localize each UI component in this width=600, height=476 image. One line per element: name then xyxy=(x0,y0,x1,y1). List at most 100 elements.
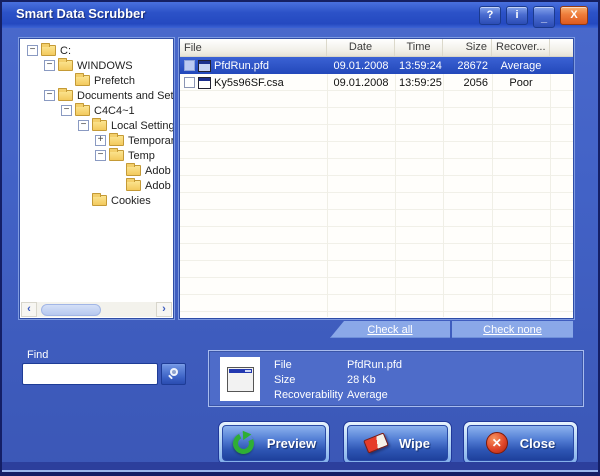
folder-icon xyxy=(41,43,56,56)
folder-icon xyxy=(58,58,73,71)
details-recover-value: Average xyxy=(347,389,388,401)
file-details-panel: File PfdRun.pfd Size 28 Kb Recoverabilit… xyxy=(208,350,584,407)
help-button[interactable]: ? xyxy=(479,6,501,25)
file-list-panel: File Date Time Size Recover... PfdRun.pf… xyxy=(179,38,574,319)
column-header-file[interactable]: File xyxy=(180,39,327,56)
collapse-icon[interactable] xyxy=(44,60,55,71)
folder-icon xyxy=(75,103,90,116)
folder-icon xyxy=(126,178,141,191)
folder-icon xyxy=(92,193,107,206)
row-checkbox[interactable] xyxy=(184,77,195,88)
file-list-body: PfdRun.pfd 09.01.2008 13:59:24 28672 Ave… xyxy=(180,57,573,317)
tree-item-documents-and-settings[interactable]: Documents and Settin xyxy=(20,88,173,103)
file-time: 13:59:25 xyxy=(399,76,442,89)
close-button[interactable]: X xyxy=(560,6,588,25)
find-input[interactable] xyxy=(22,363,158,385)
application-window-icon xyxy=(226,366,254,392)
window-frame-edge xyxy=(0,472,600,476)
collapse-icon[interactable] xyxy=(78,120,89,131)
tree-horizontal-scrollbar[interactable] xyxy=(21,302,172,317)
file-row-ky5s96sf[interactable]: Ky5s96SF.csa 09.01.2008 13:59:25 2056 Po… xyxy=(180,74,573,91)
column-header-date[interactable]: Date xyxy=(327,39,395,56)
folder-icon xyxy=(58,88,73,101)
collapse-icon[interactable] xyxy=(61,105,72,116)
collapse-icon[interactable] xyxy=(27,45,38,56)
file-details-grid: File PfdRun.pfd Size 28 Kb Recoverabilit… xyxy=(274,358,402,403)
close-window-button[interactable]: Close xyxy=(463,421,578,465)
folder-icon xyxy=(109,148,124,161)
scroll-thumb[interactable] xyxy=(41,303,101,316)
titlebar[interactable]: Smart Data Scrubber ? i _ X xyxy=(0,0,600,28)
file-type-icon xyxy=(198,76,211,89)
collapse-icon[interactable] xyxy=(44,90,55,101)
file-name: Ky5s96SF.csa xyxy=(214,76,284,89)
grid-line xyxy=(443,57,444,317)
check-none-link[interactable]: Check none xyxy=(452,321,573,338)
folder-icon xyxy=(92,118,107,131)
column-header-size[interactable]: Size xyxy=(443,39,492,56)
folder-icon xyxy=(75,73,90,86)
scroll-right-icon[interactable] xyxy=(156,302,172,317)
search-button[interactable] xyxy=(161,363,186,385)
file-size: 2056 xyxy=(463,76,488,89)
check-all-link[interactable]: Check all xyxy=(330,321,450,338)
file-row-pfdrun[interactable]: PfdRun.pfd 09.01.2008 13:59:24 28672 Ave… xyxy=(180,57,573,74)
details-size-value: 28 Kb xyxy=(347,374,376,386)
tree-item-adobe-2[interactable]: Adob xyxy=(20,178,173,193)
folder-icon xyxy=(126,163,141,176)
wipe-button[interactable]: Wipe xyxy=(343,421,452,465)
check-links-bar: Check all Check none xyxy=(0,321,600,338)
file-date: 09.01.2008 xyxy=(333,76,389,89)
column-header-time[interactable]: Time xyxy=(395,39,443,56)
find-label: Find xyxy=(27,349,49,361)
details-recover-label: Recoverability xyxy=(274,389,344,401)
details-file-value: PfdRun.pfd xyxy=(347,359,403,371)
tree-item-c4c4-1[interactable]: C4C4~1 xyxy=(20,103,173,118)
tree-item-adobe-1[interactable]: Adob xyxy=(20,163,173,178)
tree-item-temporary[interactable]: Temporar xyxy=(20,133,173,148)
file-preview-box xyxy=(220,357,260,401)
app-window: Smart Data Scrubber ? i _ X C: WINDOWS xyxy=(0,0,600,476)
expand-icon[interactable] xyxy=(95,135,106,146)
tree-item-cookies[interactable]: Cookies xyxy=(20,193,173,208)
preview-refresh-icon xyxy=(232,432,255,455)
tree-item-prefetch[interactable]: Prefetch xyxy=(20,73,173,88)
grid-line xyxy=(492,57,493,317)
search-icon xyxy=(167,367,181,381)
tree-item-c-drive[interactable]: C: xyxy=(20,43,173,58)
file-date: 09.01.2008 xyxy=(333,59,389,72)
column-header-recover[interactable]: Recover... xyxy=(492,39,550,56)
preview-button[interactable]: Preview xyxy=(218,421,330,465)
info-button[interactable]: i xyxy=(506,6,528,25)
folder-tree-panel: C: WINDOWS Prefetch Documents and Settin xyxy=(19,38,174,319)
file-size: 28672 xyxy=(457,59,488,72)
titlebar-buttons: ? i _ X xyxy=(479,6,588,28)
details-size-label: Size xyxy=(274,374,296,386)
grid-line xyxy=(395,57,396,317)
eraser-icon xyxy=(363,432,389,454)
file-name: PfdRun.pfd xyxy=(214,59,270,72)
row-checkbox[interactable] xyxy=(184,60,195,71)
file-recoverability: Poor xyxy=(509,76,533,89)
file-list-header: File Date Time Size Recover... xyxy=(180,39,573,57)
collapse-icon[interactable] xyxy=(95,150,106,161)
scroll-left-icon[interactable] xyxy=(21,302,37,317)
file-time: 13:59:24 xyxy=(399,59,442,72)
minimize-button[interactable]: _ xyxy=(533,6,555,28)
close-x-icon xyxy=(485,432,508,454)
folder-icon xyxy=(109,133,124,146)
grid-line xyxy=(550,57,551,317)
details-file-label: File xyxy=(274,359,292,371)
tree-item-windows[interactable]: WINDOWS xyxy=(20,58,173,73)
tree-item-local-settings[interactable]: Local Settings xyxy=(20,118,173,133)
window-frame-band xyxy=(2,462,598,470)
file-recoverability: Average xyxy=(500,59,542,72)
tree-item-temp[interactable]: Temp xyxy=(20,148,173,163)
window-title: Smart Data Scrubber xyxy=(16,6,146,21)
file-type-icon xyxy=(198,59,211,72)
grid-line xyxy=(327,57,328,317)
